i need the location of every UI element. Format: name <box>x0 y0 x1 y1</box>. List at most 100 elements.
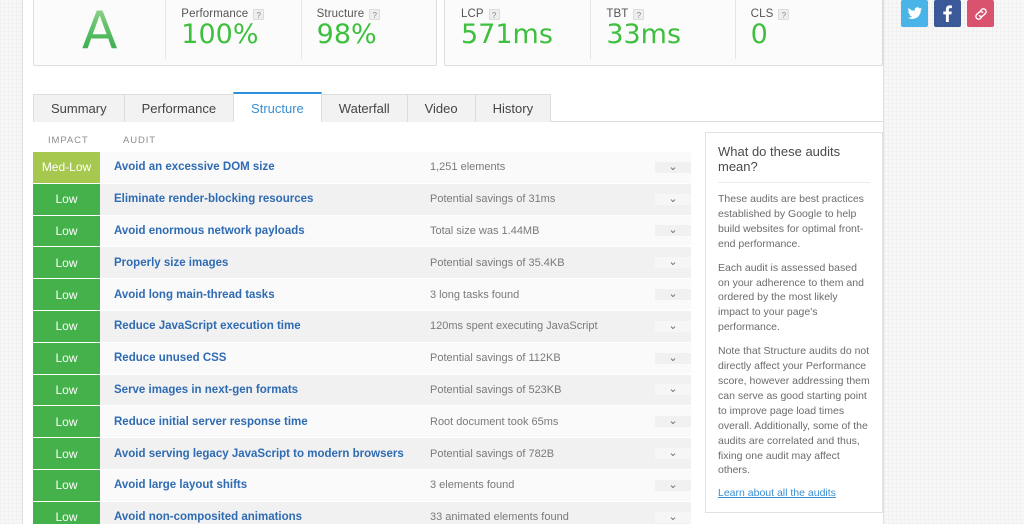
expand-row-button[interactable]: ⌄ <box>655 224 691 237</box>
facebook-share-button[interactable] <box>934 0 961 27</box>
table-row[interactable]: Low Reduce initial server response time Ro… <box>33 406 691 439</box>
help-icon[interactable]: ? <box>488 8 500 20</box>
audit-detail-text: Root document took 65ms <box>430 415 559 428</box>
audit-title-link[interactable]: Properly size images <box>100 257 430 269</box>
expand-row-button[interactable]: ⌄ <box>655 319 691 332</box>
help-icon[interactable]: ? <box>633 8 645 20</box>
metric-cls-label: CLS ? <box>751 8 882 20</box>
audit-title-link[interactable]: Avoid an excessive DOM size <box>100 161 430 173</box>
audit-title-link[interactable]: Serve images in next-gen formats <box>100 384 430 396</box>
tab-video-label: Video <box>424 101 458 116</box>
table-row-body: Properly size images Potential savings of… <box>100 247 691 280</box>
expand-row-button[interactable]: ⌄ <box>655 192 691 205</box>
table-row[interactable]: Low Avoid serving legacy JavaScript to mo… <box>33 438 691 470</box>
scorecard-strip: A Performance ? 100% Structure ? 98% LCP… <box>33 0 883 66</box>
audit-table: IMPACT AUDIT Med-Low Avoid an excessive D… <box>33 128 691 524</box>
chevron-down-icon: ⌄ <box>668 351 678 364</box>
metric-lcp-value: 571ms <box>461 19 553 51</box>
tab-waterfall[interactable]: Waterfall <box>320 94 408 122</box>
metric-lcp: LCP ? 571ms <box>445 0 590 65</box>
audit-detail-text: Potential savings of 112KB <box>430 352 561 365</box>
audit-title-link[interactable]: Reduce initial server response time <box>100 416 430 428</box>
table-row[interactable]: Low Avoid enormous network payloads Total … <box>33 215 691 248</box>
expand-row-button[interactable]: ⌄ <box>655 416 691 428</box>
audit-detail-text: 3 elements found <box>430 479 515 492</box>
chevron-down-icon: ⌄ <box>668 319 678 332</box>
social-share-bar <box>901 0 994 27</box>
tab-performance[interactable]: Performance <box>123 94 235 122</box>
table-row-body: Avoid enormous network payloads Total siz… <box>100 215 691 248</box>
audit-title-link[interactable]: Avoid long main-thread tasks <box>100 289 430 301</box>
table-row-body: Avoid large layout shifts 3 elements foun… <box>100 469 691 502</box>
table-row-body: Serve images in next-gen formats Potentia… <box>100 374 691 407</box>
scorecard-group-grades: A Performance ? 100% Structure ? 98% <box>33 0 437 66</box>
impact-badge: Low <box>33 406 100 439</box>
impact-badge: Low <box>33 215 100 248</box>
impact-badge: Low <box>33 469 100 502</box>
impact-badge: Low <box>33 342 100 375</box>
audit-table-header: IMPACT AUDIT <box>33 128 691 152</box>
table-row[interactable]: Low Avoid large layout shifts 3 elements f… <box>33 469 691 502</box>
audit-row-list: Med-Low Avoid an excessive DOM size 1,251 … <box>33 152 691 524</box>
page-root: A Performance ? 100% Structure ? 98% LCP… <box>0 0 1024 524</box>
impact-badge: Low <box>33 279 100 311</box>
chevron-down-icon: ⌄ <box>668 192 678 205</box>
expand-row-button[interactable]: ⌄ <box>655 447 691 460</box>
tab-summary[interactable]: Summary <box>33 94 125 122</box>
table-row[interactable]: Med-Low Avoid an excessive DOM size 1,251 … <box>33 152 691 184</box>
audits-info-paragraph-3: Note that Structure audits do not direct… <box>718 345 870 477</box>
help-icon[interactable]: ? <box>778 8 790 20</box>
metric-structure: Structure ? 98% <box>300 0 436 65</box>
audit-title-link[interactable]: Avoid enormous network payloads <box>100 225 430 237</box>
tab-video[interactable]: Video <box>406 94 476 122</box>
impact-badge: Low <box>33 501 100 524</box>
audit-title-link[interactable]: Avoid serving legacy JavaScript to moder… <box>100 448 430 460</box>
expand-row-button[interactable]: ⌄ <box>655 510 691 523</box>
audit-title-link[interactable]: Avoid non-composited animations <box>100 511 430 523</box>
audits-info-paragraph-2: Each audit is assessed based on your adh… <box>718 261 864 334</box>
expand-row-button[interactable]: ⌄ <box>655 384 691 396</box>
chevron-down-icon: ⌄ <box>668 224 678 237</box>
table-row[interactable]: Low Avoid non-composited animations 33 ani… <box>33 501 691 524</box>
chevron-down-icon: ⌄ <box>668 510 678 523</box>
expand-row-button[interactable]: ⌄ <box>655 351 691 364</box>
audit-title-link[interactable]: Reduce unused CSS <box>100 352 430 364</box>
audit-title-link[interactable]: Eliminate render-blocking resources <box>100 193 430 205</box>
tab-structure[interactable]: Structure <box>233 92 322 123</box>
expand-row-button[interactable]: ⌄ <box>655 478 691 491</box>
expand-row-button[interactable]: ⌄ <box>655 257 691 269</box>
tab-history-label: History <box>492 101 534 116</box>
audits-info-paragraph-1: These audits are best practices establis… <box>718 193 864 250</box>
chevron-down-icon: ⌄ <box>668 160 678 173</box>
expand-row-button[interactable]: ⌄ <box>655 160 691 173</box>
table-row[interactable]: Low Eliminate render-blocking resources Po… <box>33 183 691 216</box>
expand-row-button[interactable]: ⌄ <box>655 288 691 301</box>
help-icon[interactable]: ? <box>369 8 381 20</box>
impact-badge: Low <box>33 247 100 280</box>
table-row[interactable]: Low Reduce unused CSS Potential savings of… <box>33 342 691 375</box>
chevron-down-icon: ⌄ <box>668 447 678 460</box>
audit-title-link[interactable]: Reduce JavaScript execution time <box>100 320 430 332</box>
table-row-body: Avoid long main-thread tasks 3 long tasks… <box>100 279 691 311</box>
table-row[interactable]: Low Reduce JavaScript execution time 120ms… <box>33 310 691 343</box>
copy-link-button[interactable] <box>967 0 994 27</box>
chevron-down-icon: ⌄ <box>668 478 678 491</box>
audit-detail-text: Potential savings of 35.4KB <box>430 256 565 269</box>
table-row[interactable]: Low Properly size images Potential savings… <box>33 247 691 280</box>
help-icon[interactable]: ? <box>253 8 265 20</box>
learn-about-audits-link[interactable]: Learn about all the audits <box>718 487 870 499</box>
audit-detail-text: 33 animated elements found <box>430 511 569 524</box>
tab-history[interactable]: History <box>474 94 552 122</box>
grade-letter: A <box>81 1 118 61</box>
audit-detail-text: Potential savings of 782B <box>430 447 555 460</box>
table-row-body: Avoid serving legacy JavaScript to moder… <box>100 438 691 470</box>
tab-structure-label: Structure <box>251 100 304 116</box>
link-chain-icon <box>974 7 987 20</box>
table-row[interactable]: Low Avoid long main-thread tasks 3 long ta… <box>33 279 691 311</box>
table-row[interactable]: Low Serve images in next-gen formats Poten… <box>33 374 691 407</box>
tab-performance-label: Performance <box>141 101 217 116</box>
twitter-share-button[interactable] <box>901 0 928 27</box>
audit-title-link[interactable]: Avoid large layout shifts <box>100 479 430 491</box>
chevron-down-icon: ⌄ <box>668 288 678 301</box>
tab-waterfall-label: Waterfall <box>338 101 390 116</box>
